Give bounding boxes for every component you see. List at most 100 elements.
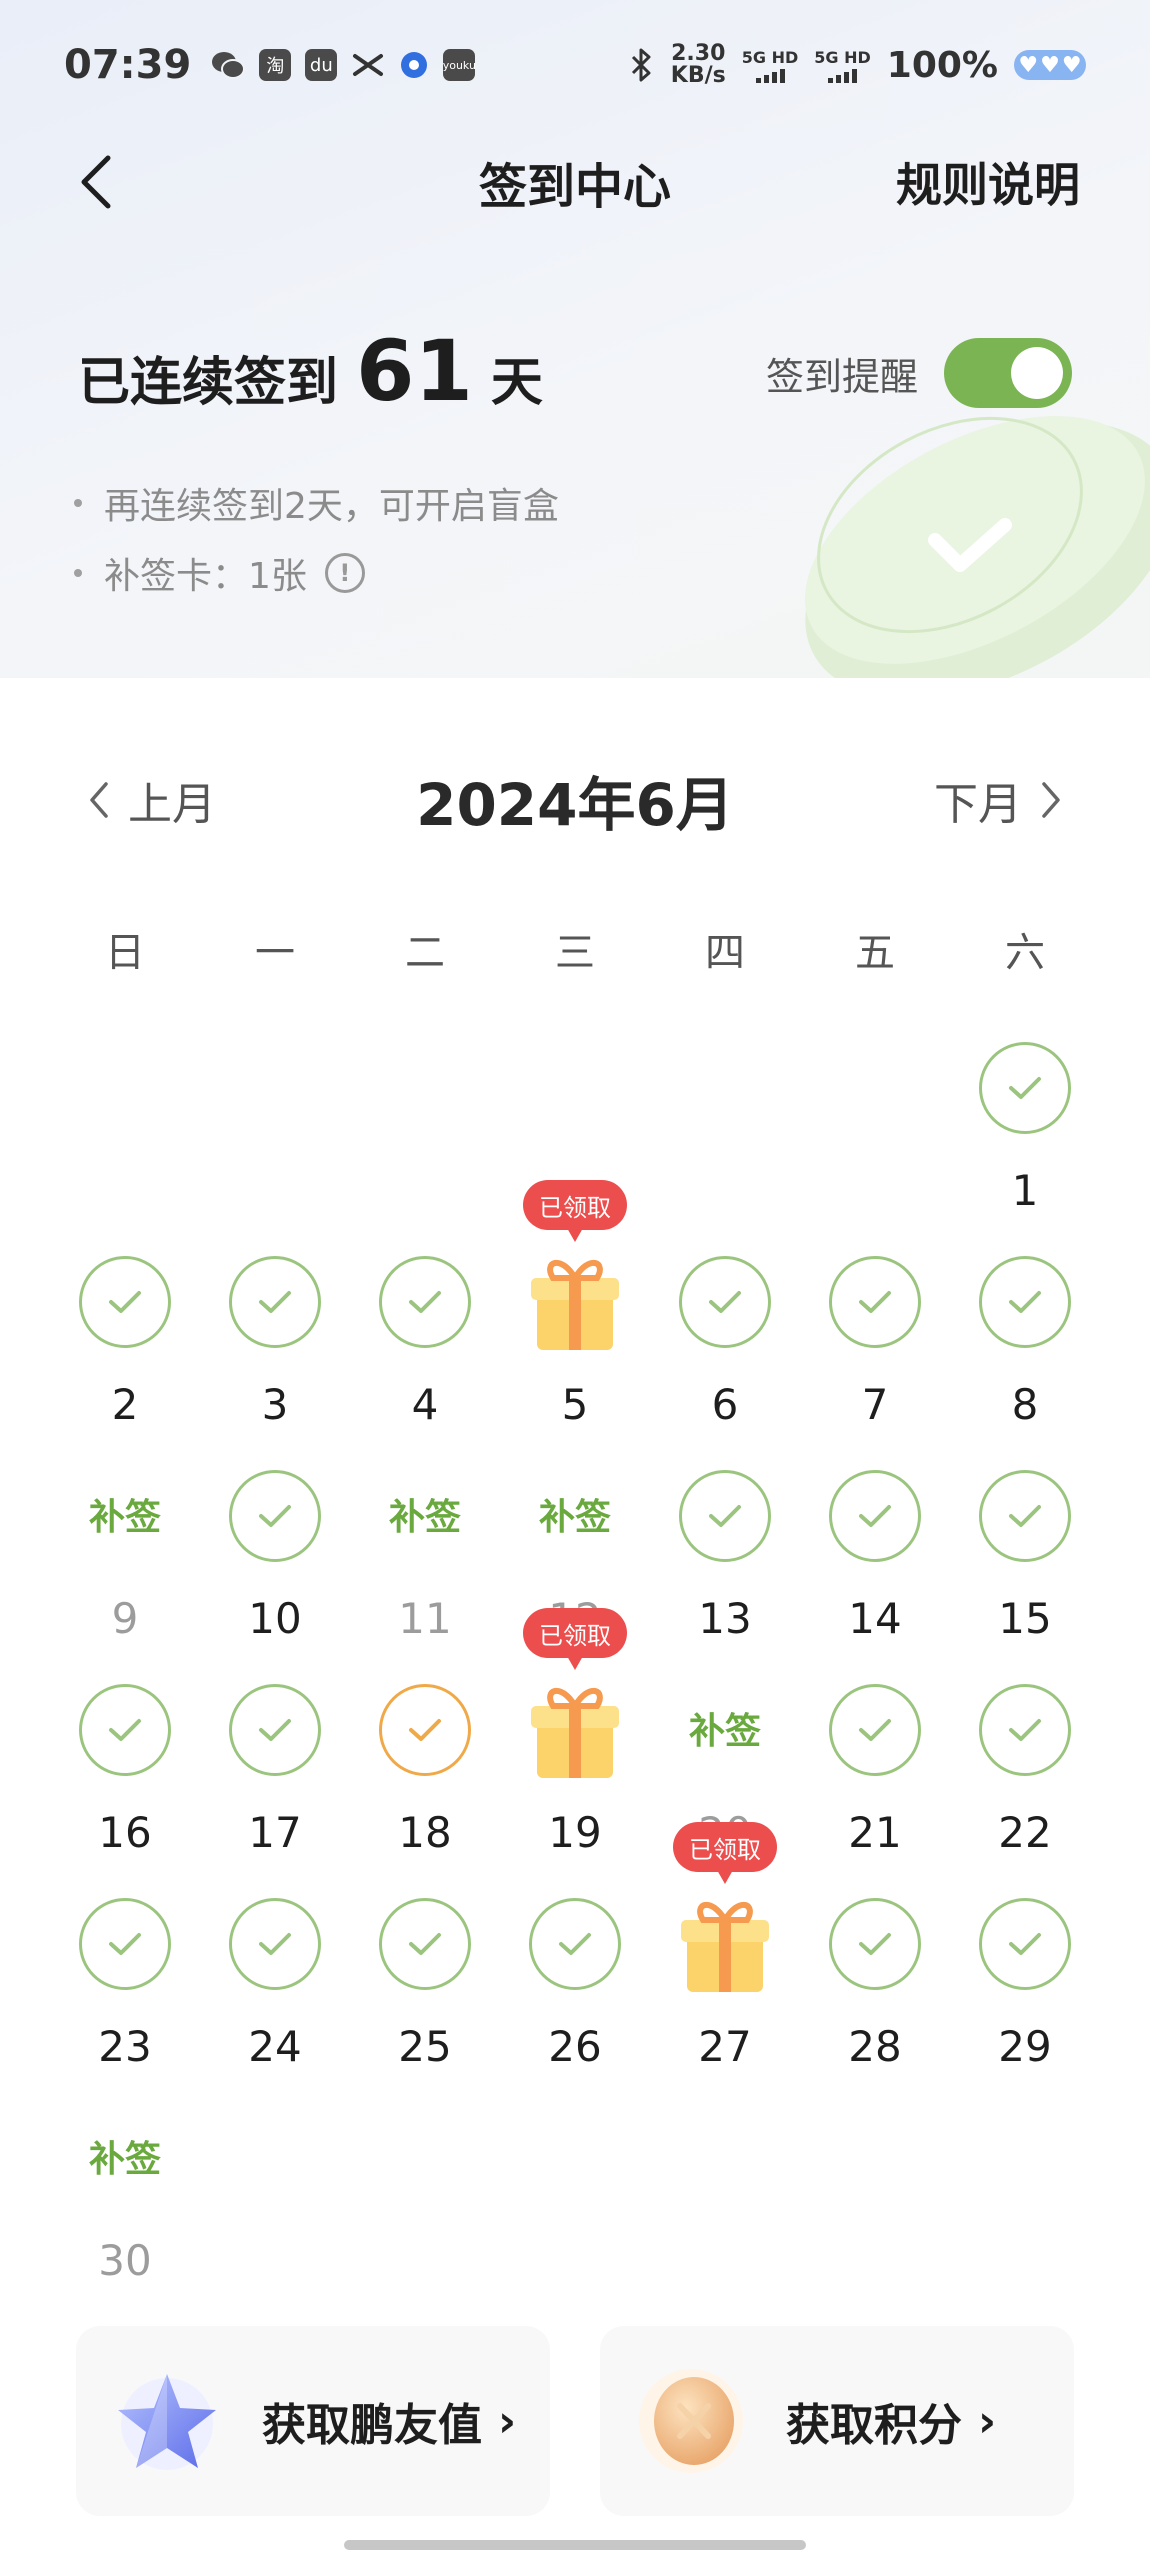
day-number: 5	[561, 1380, 589, 1429]
makeup-signin-button[interactable]: 补签	[500, 1488, 650, 1540]
checked-in-circle[interactable]	[529, 1898, 621, 1990]
checked-in-circle[interactable]	[79, 1684, 171, 1776]
makeup-signin-button[interactable]: 补签	[50, 1488, 200, 1540]
checked-in-circle[interactable]	[979, 1470, 1071, 1562]
calendar-day[interactable]: 25	[350, 1886, 500, 2100]
calendar-day[interactable]: 24	[200, 1886, 350, 2100]
calendar-day[interactable]: 2	[50, 1244, 200, 1458]
calendar-day[interactable]: 1	[950, 1030, 1100, 1244]
calendar-day[interactable]: 补签 30	[50, 2100, 200, 2314]
day-number: 13	[698, 1594, 752, 1643]
gift-box-icon[interactable]	[675, 1886, 775, 1996]
net-speed-value: 2.30	[671, 41, 726, 66]
calendar-day[interactable]: 补签 9	[50, 1458, 200, 1672]
gift-box-icon[interactable]	[525, 1672, 625, 1782]
check-icon	[1009, 1291, 1041, 1313]
get-points-friend-card[interactable]: 获取鹏友值 ›	[76, 2326, 550, 2516]
checked-in-circle[interactable]	[379, 1898, 471, 1990]
check-icon	[109, 1291, 141, 1313]
checked-in-circle[interactable]	[979, 1898, 1071, 1990]
back-arrow-icon[interactable]	[70, 152, 130, 212]
day-number: 28	[848, 2022, 902, 2071]
calendar-day[interactable]: 18	[350, 1672, 500, 1886]
checked-in-circle[interactable]	[229, 1684, 321, 1776]
signal-bars-icon	[755, 67, 785, 83]
gift-box-icon[interactable]	[525, 1244, 625, 1354]
weekday-thu: 四	[705, 930, 745, 976]
calendar-day[interactable]: 28	[800, 1886, 950, 2100]
day-number: 25	[398, 2022, 452, 2071]
info-icon[interactable]: !	[324, 553, 365, 593]
checked-in-circle[interactable]	[829, 1256, 921, 1348]
calendar-day[interactable]: 3	[200, 1244, 350, 1458]
streak-days: 61	[356, 322, 473, 420]
weekday-sat: 六	[1005, 930, 1045, 976]
checked-in-circle[interactable]	[229, 1898, 321, 1990]
day-mark	[229, 1470, 321, 1562]
checked-in-circle[interactable]	[379, 1256, 471, 1348]
check-icon	[259, 1719, 291, 1741]
makeup-signin-button[interactable]: 补签	[350, 1488, 500, 1540]
chevron-right-icon: ›	[498, 2395, 517, 2447]
day-mark	[979, 1470, 1071, 1562]
makeup-signin-button[interactable]: 补签	[650, 1702, 800, 1754]
checked-in-circle[interactable]	[229, 1470, 321, 1562]
check-icon	[709, 1505, 741, 1527]
weekday-sun: 日	[105, 930, 145, 976]
checked-in-circle[interactable]	[829, 1684, 921, 1776]
day-number: 24	[248, 2022, 302, 2071]
checked-in-circle[interactable]	[979, 1042, 1071, 1134]
calendar-day[interactable]: 13	[650, 1458, 800, 1672]
check-icon	[859, 1291, 891, 1313]
signal-1-label: 5G HD	[741, 47, 799, 67]
signal-1: 5G HD	[741, 47, 799, 83]
calendar-day[interactable]: 14	[800, 1458, 950, 1672]
today-check-circle[interactable]	[379, 1684, 471, 1776]
calendar-day[interactable]: 16	[50, 1672, 200, 1886]
rules-button[interactable]: 规则说明	[896, 149, 1080, 215]
calendar-day[interactable]: 补签 11	[350, 1458, 500, 1672]
checked-in-circle[interactable]	[79, 1898, 171, 1990]
calendar-day[interactable]: 7	[800, 1244, 950, 1458]
calendar-day[interactable]: 23	[50, 1886, 200, 2100]
calendar-day[interactable]: 21	[800, 1672, 950, 1886]
check-icon	[1009, 1719, 1041, 1741]
checked-in-circle[interactable]	[79, 1256, 171, 1348]
makeup-signin-button[interactable]: 补签	[50, 2130, 200, 2182]
calendar-day[interactable]: 8	[950, 1244, 1100, 1458]
info-item: 再连续签到2天，可开启盲盒	[74, 468, 559, 538]
checked-in-circle[interactable]	[829, 1470, 921, 1562]
next-month-button[interactable]: 下月	[934, 768, 1064, 832]
calendar-day[interactable]: 已领取 5	[500, 1180, 650, 1458]
calendar-day[interactable]: 29	[950, 1886, 1100, 2100]
check-icon	[709, 1291, 741, 1313]
calendar-day[interactable]: 已领取 19	[500, 1608, 650, 1886]
prev-month-button[interactable]: 上月	[86, 768, 216, 832]
signal-2-label: 5G HD	[814, 47, 871, 67]
calendar-day[interactable]: 17	[200, 1672, 350, 1886]
day-mark	[229, 1898, 321, 1990]
check-icon	[109, 1933, 141, 1955]
calendar-day[interactable]: 10	[200, 1458, 350, 1672]
checked-in-circle[interactable]	[979, 1256, 1071, 1348]
calendar-day[interactable]: 15	[950, 1458, 1100, 1672]
calendar-day[interactable]: 4	[350, 1244, 500, 1458]
streak-summary: 已连续签到 61 天	[78, 322, 543, 420]
home-indicator[interactable]	[344, 2540, 806, 2550]
checked-in-circle[interactable]	[229, 1256, 321, 1348]
calendar-day[interactable]: 6	[650, 1244, 800, 1458]
checked-in-circle[interactable]	[829, 1898, 921, 1990]
calendar-day[interactable]: 已领取 27	[650, 1822, 800, 2100]
calendar-day[interactable]: 22	[950, 1672, 1100, 1886]
reminder-toggle[interactable]	[944, 338, 1072, 408]
checked-in-circle[interactable]	[679, 1256, 771, 1348]
prev-month-label: 上月	[128, 779, 216, 830]
get-points-card[interactable]: 获取积分 ›	[600, 2326, 1074, 2516]
day-number: 27	[698, 2022, 752, 2071]
checked-in-circle[interactable]	[679, 1470, 771, 1562]
calendar-blank-cell	[800, 1030, 950, 1244]
day-number: 8	[1011, 1380, 1039, 1429]
calendar-day[interactable]: 26	[500, 1886, 650, 2100]
checked-in-circle[interactable]	[979, 1684, 1071, 1776]
day-mark	[379, 1684, 471, 1776]
